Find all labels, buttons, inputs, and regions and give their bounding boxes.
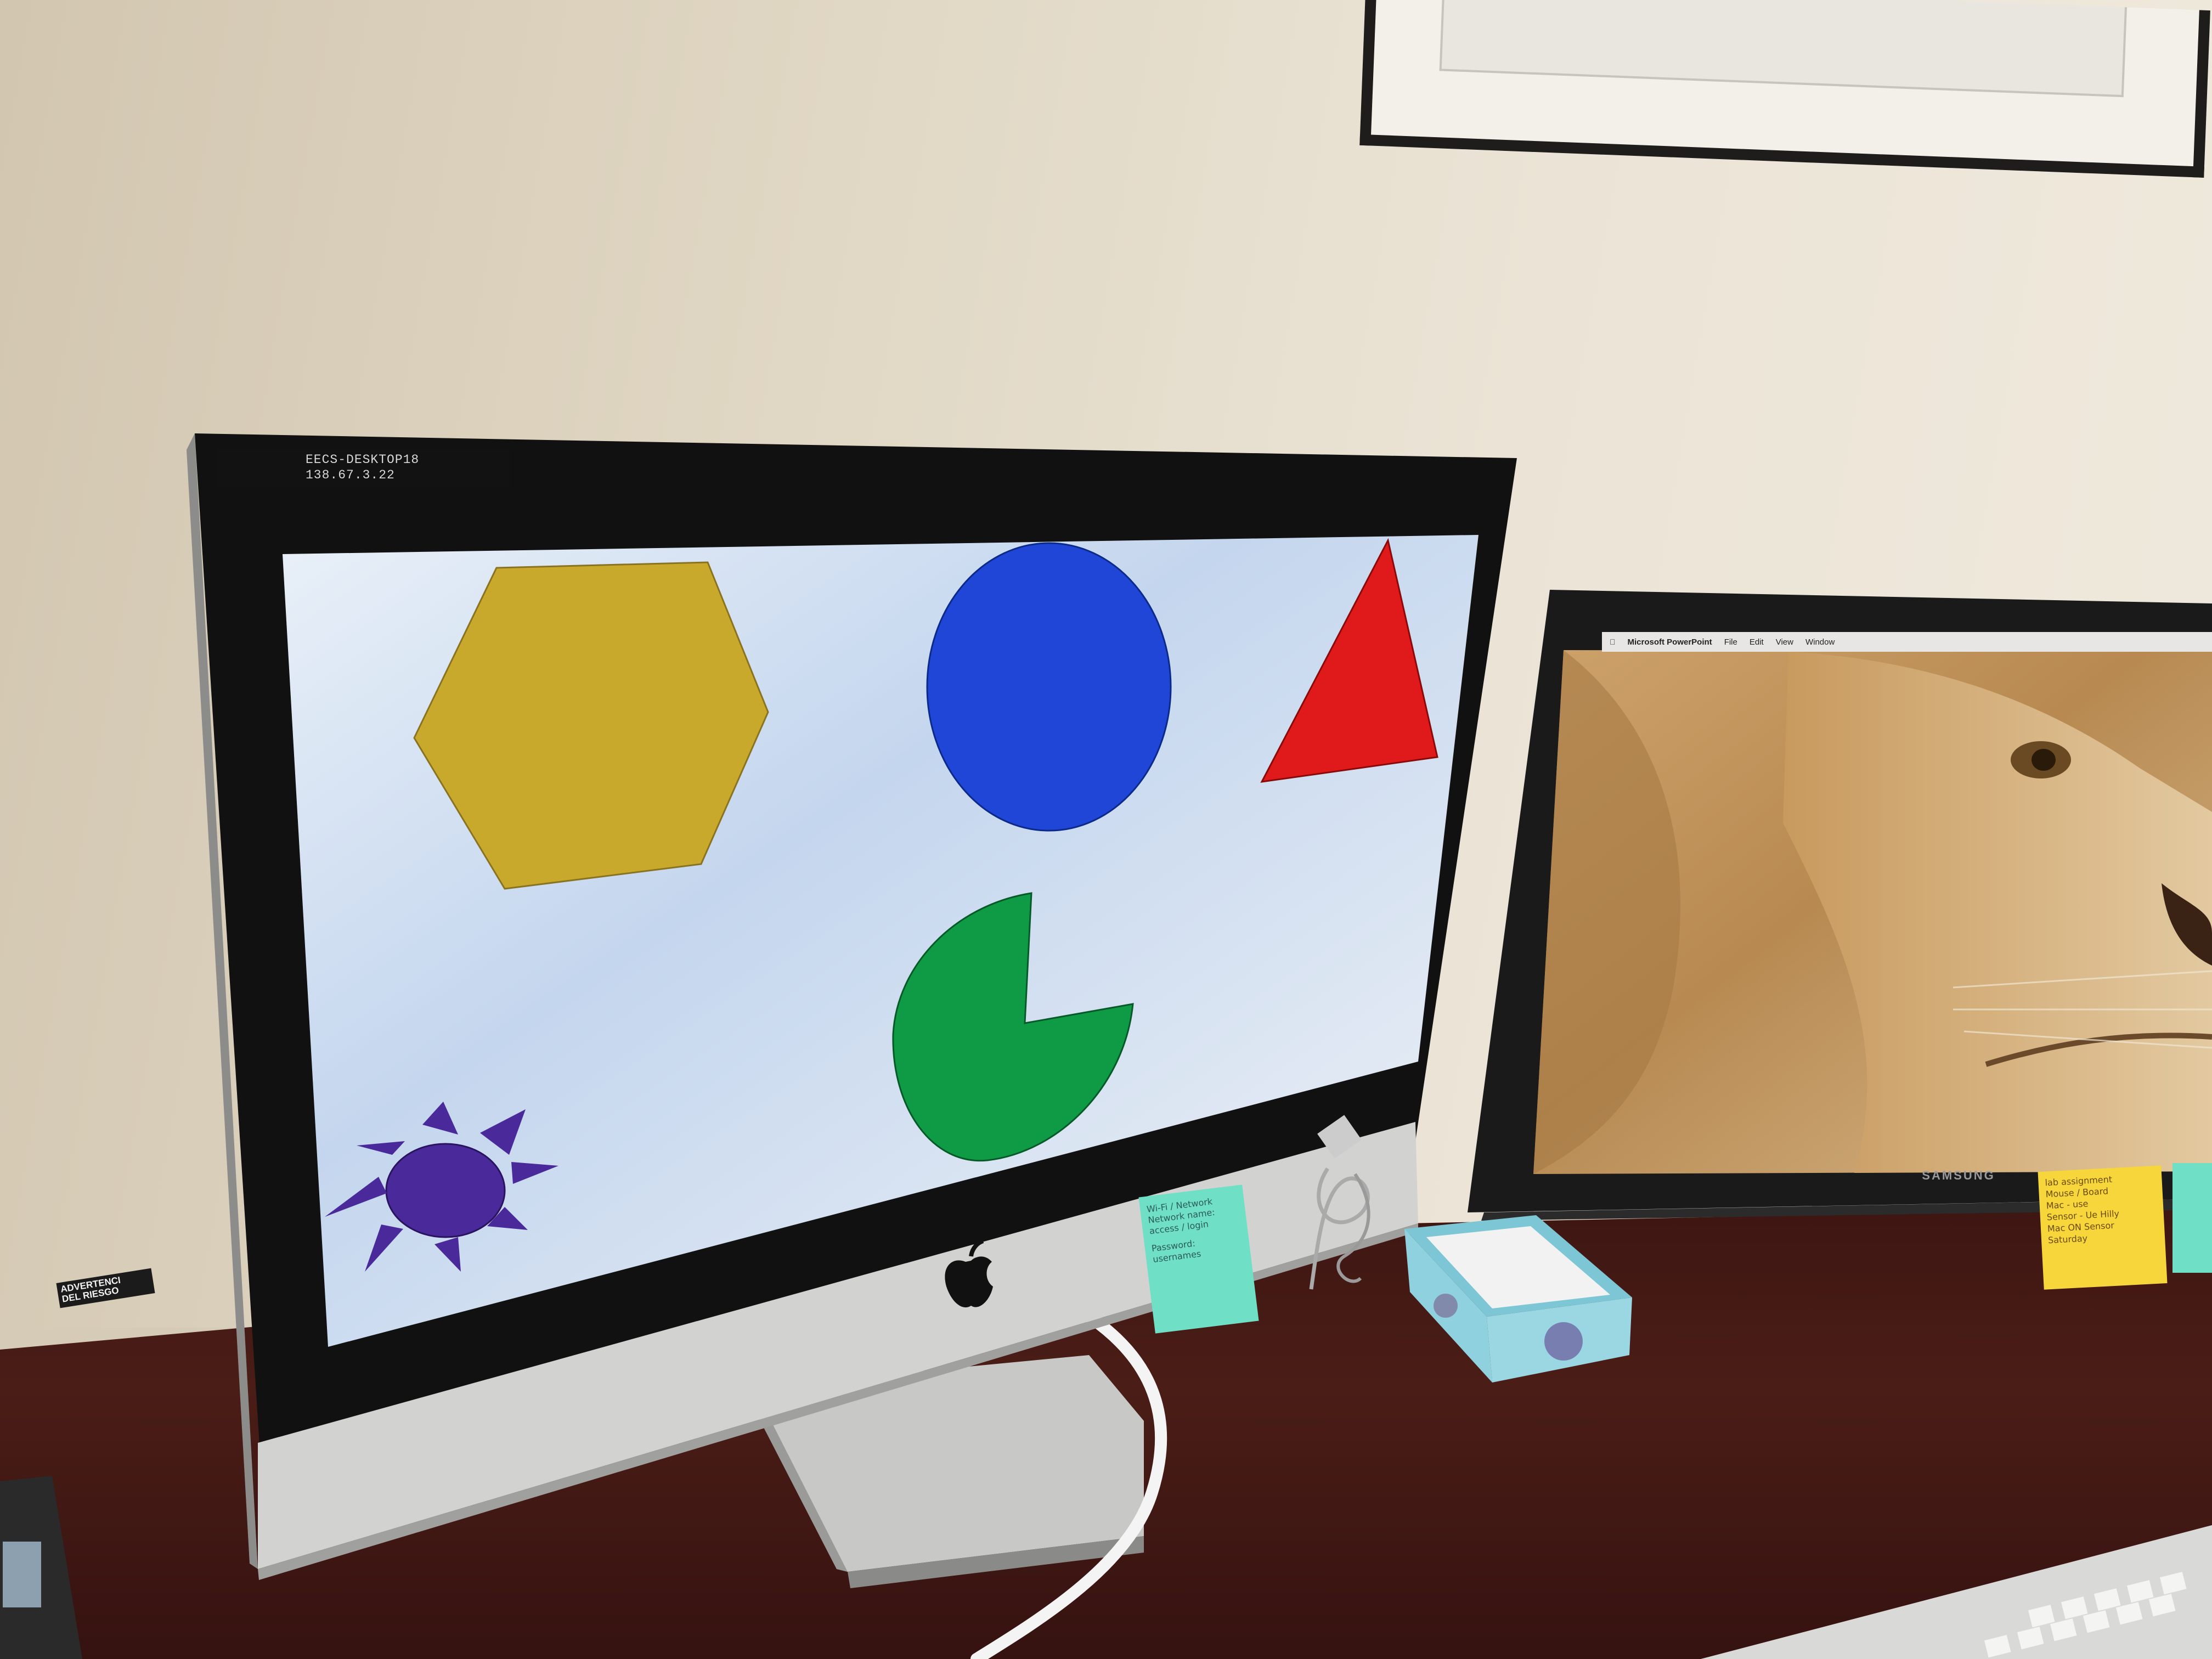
- desk-phone: [0, 1476, 82, 1659]
